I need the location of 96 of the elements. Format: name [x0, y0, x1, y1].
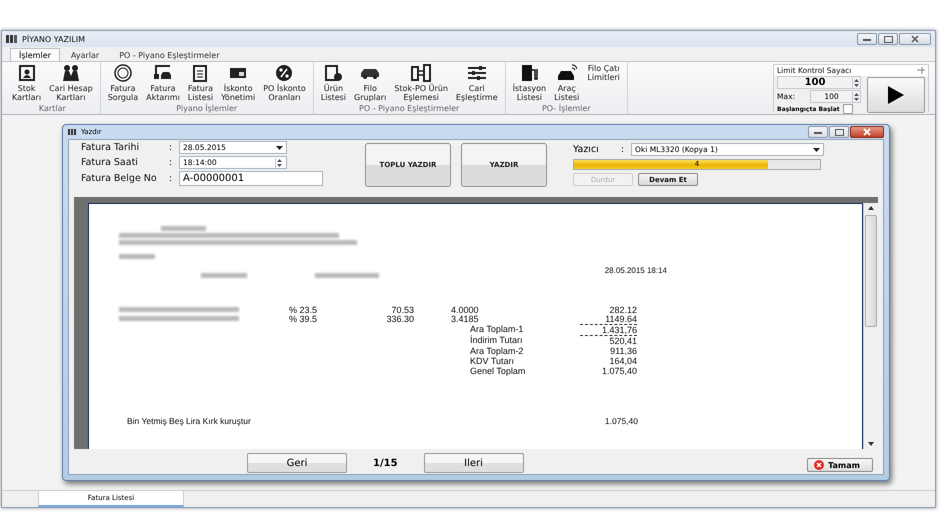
car-signal-icon — [556, 64, 577, 82]
maximize-icon — [834, 128, 844, 136]
ribbon-button[interactable]: Fatura Listesi — [184, 62, 216, 104]
ribbon-group-label: Kartlar — [38, 104, 66, 114]
maximize-button[interactable] — [878, 33, 898, 45]
ribbon-button[interactable]: Cari Hesap Kartları — [46, 62, 96, 104]
maximize-button[interactable] — [829, 126, 849, 138]
summary-value: 164,04 — [608, 356, 637, 366]
minimize-icon — [814, 130, 822, 134]
field-label: Fatura Tarihi — [81, 142, 140, 153]
next-button[interactable]: Ileri — [424, 453, 524, 473]
summary-value: 1.075,40 — [600, 366, 637, 376]
redacted-text — [161, 226, 206, 231]
counter-field[interactable]: 100 — [777, 76, 861, 89]
play-icon — [887, 85, 905, 105]
ribbon-button[interactable]: Stok-PO Ürün Eşlemesi — [391, 62, 451, 104]
summary-value: 520,41 — [580, 335, 637, 346]
ribbon-button[interactable]: Cari Eşleştirme — [452, 62, 501, 104]
ribbon-tab[interactable]: İşlemler — [10, 48, 60, 61]
close-icon — [863, 128, 871, 136]
swap-icon — [411, 64, 432, 82]
ribbon-button[interactable]: Fatura Aktarımı — [143, 62, 183, 104]
discount-percent: % 39.5 — [289, 315, 318, 324]
close-icon — [911, 35, 919, 43]
minimize-icon — [863, 37, 871, 41]
amount-in-words: Bin Yetmiş Beş Lira Kırk kuruştur — [127, 416, 251, 426]
line-total: 282.12 — [608, 306, 637, 315]
sliders-icon — [466, 64, 487, 82]
close-button[interactable] — [850, 126, 884, 138]
minimize-button[interactable] — [857, 33, 877, 45]
app-icon — [68, 129, 77, 135]
field-label: Fatura Belge No — [81, 173, 158, 184]
document-number-field[interactable]: A-00000001 — [179, 171, 323, 186]
ribbon-group-label: Piyano İşlemler — [176, 104, 238, 114]
printer-label: Yazıcı — [573, 144, 600, 155]
checkbox[interactable] — [842, 104, 853, 114]
pin-icon — [917, 67, 925, 74]
colon: : — [169, 142, 174, 152]
summary-label: Ara Toplam-1 — [470, 324, 524, 335]
spin-arrows-icon[interactable] — [852, 92, 860, 102]
colon: : — [169, 158, 174, 168]
ribbon-button[interactable]: Filo Çatı Limitleri — [584, 62, 623, 104]
scroll-up-icon[interactable] — [868, 206, 874, 210]
ribbon-group-label: PO- İşlemler — [542, 104, 591, 114]
caret-icon — [813, 148, 820, 152]
ribbon-button[interactable]: İskonto Yönetimi — [218, 62, 258, 104]
ribbon-tab[interactable]: PO - Piyano Eşleştirmeler — [110, 48, 228, 61]
percent-badge-icon — [274, 64, 294, 82]
ribbon-button[interactable]: İstasyon Listesi — [510, 62, 550, 104]
ribbon-group-label: PO - Piyano Eşleştirmeler — [359, 104, 460, 114]
ok-button[interactable]: Tamam — [807, 458, 873, 472]
summary-label: İndirim Tutarı — [470, 335, 524, 346]
summary-value: 1.431,76 — [580, 324, 637, 335]
ribbon-button[interactable]: Filo Grupları — [351, 62, 390, 104]
scroll-down-icon[interactable] — [868, 442, 874, 446]
ribbon-button[interactable]: Stok Kartları — [9, 62, 44, 104]
field-label: Fatura Saati — [81, 157, 139, 168]
stamp-icon — [112, 64, 133, 82]
ribbon-button[interactable]: Ürün Listesi — [318, 62, 350, 104]
redacted-text — [119, 254, 155, 259]
invoice-date-time: 28.05.2015 18:14 — [604, 266, 667, 275]
minimize-button[interactable] — [808, 126, 828, 138]
close-button[interactable] — [899, 33, 931, 45]
colon: : — [621, 144, 626, 154]
quantity: 4.0000 — [451, 306, 480, 315]
people-icon — [60, 64, 81, 82]
app-icon — [6, 35, 18, 43]
unit-price: 70.53 — [390, 306, 414, 315]
discount-percent: % 23.5 — [289, 306, 318, 315]
caret-icon — [276, 146, 283, 150]
maximize-icon — [884, 36, 892, 42]
summary-value: 911,36 — [609, 346, 637, 356]
ribbon-button[interactable]: PO İskonto Oranları — [260, 62, 309, 104]
id-card-icon — [16, 64, 37, 82]
redacted-text — [201, 273, 247, 278]
unit-price: 336.30 — [385, 315, 414, 324]
line-total: 1149.64 — [604, 315, 637, 324]
close-circle-icon — [814, 460, 824, 470]
ribbon-button[interactable]: Araç Listesi — [551, 62, 582, 104]
page-indicator: 1/15 — [373, 458, 398, 468]
summary-label: Ara Toplam-2 — [470, 346, 524, 356]
spin-arrows-icon[interactable] — [852, 78, 860, 88]
play-button[interactable] — [867, 77, 925, 113]
summary-label: Genel Toplam — [470, 366, 526, 376]
ribbon-button[interactable]: Fatura Sorgula — [104, 62, 142, 104]
spin-arrows-icon[interactable] — [275, 158, 283, 168]
total-amount: 1.075,40 — [604, 416, 638, 426]
ribbon-tab[interactable]: Ayarlar — [62, 48, 108, 61]
summary-label: KDV Tutarı — [470, 356, 516, 366]
colon: : — [169, 174, 174, 184]
car-lift-icon — [152, 64, 173, 82]
fuel-pump-icon — [519, 64, 540, 82]
redacted-text — [315, 273, 379, 278]
window-title: PİYANO YAZILIM — [22, 34, 86, 44]
previous-button[interactable]: Geri — [247, 453, 347, 473]
quantity: 3.4185 — [451, 315, 480, 324]
